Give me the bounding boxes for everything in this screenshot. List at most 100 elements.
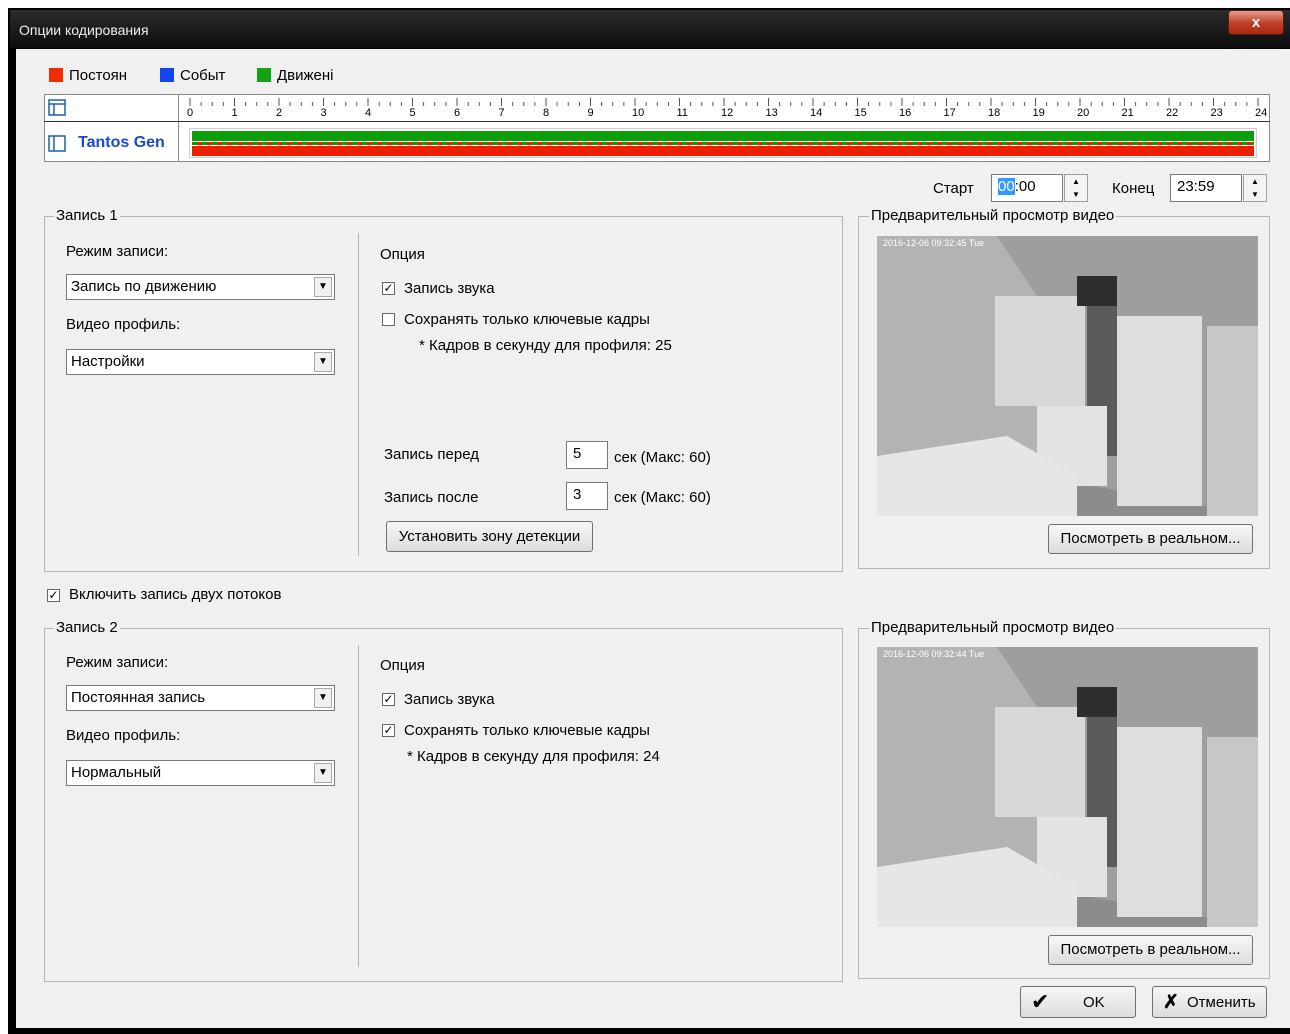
- start-label: Старт: [933, 180, 974, 197]
- timeline-hour-label: 17: [943, 107, 956, 119]
- record1-mode-value: Запись по движению: [71, 278, 217, 295]
- timeline-hour-label: 8: [543, 107, 550, 119]
- preview2-video: 2016-12-06 09:32:44 Tue: [877, 647, 1258, 927]
- spin-down-icon[interactable]: ▼: [1065, 188, 1087, 201]
- chevron-down-icon[interactable]: ▼: [314, 352, 332, 372]
- spin-down-icon[interactable]: ▼: [1244, 188, 1266, 201]
- record2-keyframes-label[interactable]: Сохранять только ключевые кадры: [404, 722, 650, 739]
- record1-pre-input[interactable]: 5: [566, 441, 608, 469]
- start-time-field[interactable]: 00:00: [991, 174, 1063, 202]
- record1-fps-note: * Кадров в секунду для профиля: 25: [419, 337, 672, 354]
- schedule-dash-line: [192, 142, 1254, 145]
- start-minutes[interactable]: :00: [1015, 178, 1036, 195]
- legend-motion: Движені: [257, 65, 334, 85]
- record1-profile-label: Видео профиль:: [66, 316, 181, 333]
- camera-icon: [48, 135, 66, 152]
- record1-mode-label: Режим записи:: [66, 243, 169, 260]
- close-button[interactable]: x: [1228, 10, 1284, 35]
- record1-audio-checkbox[interactable]: ✓: [382, 282, 395, 295]
- chevron-down-icon[interactable]: ▼: [314, 763, 332, 783]
- start-time-spinner[interactable]: ▲ ▼: [1064, 174, 1088, 202]
- record1-post-input[interactable]: 3: [566, 482, 608, 510]
- chevron-down-icon[interactable]: ▼: [314, 688, 332, 708]
- spin-up-icon[interactable]: ▲: [1244, 175, 1266, 188]
- dual-stream-label[interactable]: Включить запись двух потоков: [69, 586, 281, 603]
- timeline-hour-label: 12: [721, 107, 734, 119]
- record2-option-label: Опция: [380, 657, 425, 674]
- record1-group: [44, 216, 843, 572]
- timeline-hour-label: 2: [276, 107, 283, 119]
- timeline-hour-label: 15: [854, 107, 867, 119]
- preview1-live-button[interactable]: Посмотреть в реальном...: [1048, 524, 1253, 554]
- record1-group-label: Запись 1: [54, 207, 120, 224]
- timeline-hour-label: 24: [1255, 107, 1268, 119]
- timeline-hour-label: 22: [1166, 107, 1179, 119]
- legend-event: Событ: [160, 65, 225, 85]
- record1-profile-value: Настройки: [71, 353, 145, 370]
- chevron-down-icon[interactable]: ▼: [314, 277, 332, 297]
- timeline-hour-label: 16: [899, 107, 912, 119]
- preview1-timestamp: 2016-12-06 09:32:45 Tue: [883, 238, 985, 248]
- record1-profile-select[interactable]: Настройки ▼: [66, 349, 335, 375]
- cancel-button[interactable]: ✗ Отменить: [1152, 986, 1267, 1018]
- grid-icon[interactable]: [48, 99, 68, 117]
- record2-mode-label: Режим записи:: [66, 654, 169, 671]
- camera-name[interactable]: Tantos Gen: [78, 134, 178, 152]
- record1-keyframes-checkbox[interactable]: [382, 313, 395, 326]
- timeline-hour-label: 21: [1121, 107, 1134, 119]
- record1-keyframes-label[interactable]: Сохранять только ключевые кадры: [404, 311, 650, 328]
- dual-stream-checkbox[interactable]: ✓: [47, 589, 60, 602]
- record1-post-label: Запись после: [384, 489, 479, 506]
- ok-button[interactable]: ✔ OK: [1020, 986, 1136, 1018]
- window-title: Опции кодирования: [19, 22, 149, 38]
- record2-fps-note: * Кадров в секунду для профиля: 24: [407, 748, 660, 765]
- record2-profile-select[interactable]: Нормальный ▼: [66, 760, 335, 786]
- preview2-group-label: Предварительный просмотр видео: [869, 619, 1117, 636]
- preview2-live-button[interactable]: Посмотреть в реальном...: [1048, 935, 1253, 965]
- record2-profile-value: Нормальный: [71, 764, 162, 781]
- end-label: Конец: [1112, 180, 1155, 197]
- timeline-hour-label: 9: [587, 107, 594, 119]
- record2-group-label: Запись 2: [54, 619, 120, 636]
- spin-up-icon[interactable]: ▲: [1065, 175, 1087, 188]
- record1-audio-label[interactable]: Запись звука: [404, 280, 495, 297]
- close-icon[interactable]: x: [1252, 14, 1260, 31]
- timeline-hour-label: 4: [365, 107, 372, 119]
- record1-separator: [358, 233, 359, 556]
- legend-label-motion: Движені: [277, 66, 334, 84]
- legend-swatch-constant: [49, 68, 63, 82]
- ok-label: OK: [1083, 994, 1105, 1011]
- record2-audio-checkbox[interactable]: ✓: [382, 693, 395, 706]
- record2-keyframes-checkbox[interactable]: ✓: [382, 724, 395, 737]
- timeline-hour-label: 23: [1210, 107, 1223, 119]
- timeline-hour-label: 14: [810, 107, 823, 119]
- timeline-hour-label: 3: [320, 107, 327, 119]
- timeline-hour-label: 10: [632, 107, 645, 119]
- record1-pre-unit: сек (Макс: 60): [614, 449, 711, 466]
- legend-label-constant: Постоян: [69, 66, 128, 84]
- timeline-hour-label: 19: [1032, 107, 1045, 119]
- timeline-hour-label: 18: [988, 107, 1001, 119]
- preview1-video: 2016-12-06 09:32:45 Tue: [877, 236, 1258, 516]
- title-bar[interactable]: [10, 10, 1290, 48]
- legend-constant: Постоян: [49, 65, 127, 85]
- timeline-header-separator: [44, 121, 1270, 122]
- timeline-hour-label: 7: [498, 107, 505, 119]
- end-time-field[interactable]: 23:59: [1170, 174, 1242, 202]
- timeline-hour-label: 0: [187, 107, 194, 119]
- legend-swatch-event: [160, 68, 174, 82]
- preview1-group-label: Предварительный просмотр видео: [869, 207, 1117, 224]
- end-time-spinner[interactable]: ▲ ▼: [1243, 174, 1267, 202]
- record2-mode-value: Постоянная запись: [71, 689, 206, 706]
- start-hours-selected[interactable]: 00: [998, 178, 1015, 195]
- cancel-label: Отменить: [1187, 994, 1256, 1011]
- record2-audio-label[interactable]: Запись звука: [404, 691, 495, 708]
- set-detection-zone-button[interactable]: Установить зону детекции: [386, 521, 593, 552]
- timeline-ticks: [189, 98, 1259, 106]
- record2-mode-select[interactable]: Постоянная запись ▼: [66, 685, 335, 711]
- motion-schedule-bar: [192, 131, 1254, 141]
- record1-mode-select[interactable]: Запись по движению ▼: [66, 274, 335, 300]
- record2-separator: [358, 645, 359, 967]
- timeline-hour-label: 6: [454, 107, 461, 119]
- record1-option-label: Опция: [380, 246, 425, 263]
